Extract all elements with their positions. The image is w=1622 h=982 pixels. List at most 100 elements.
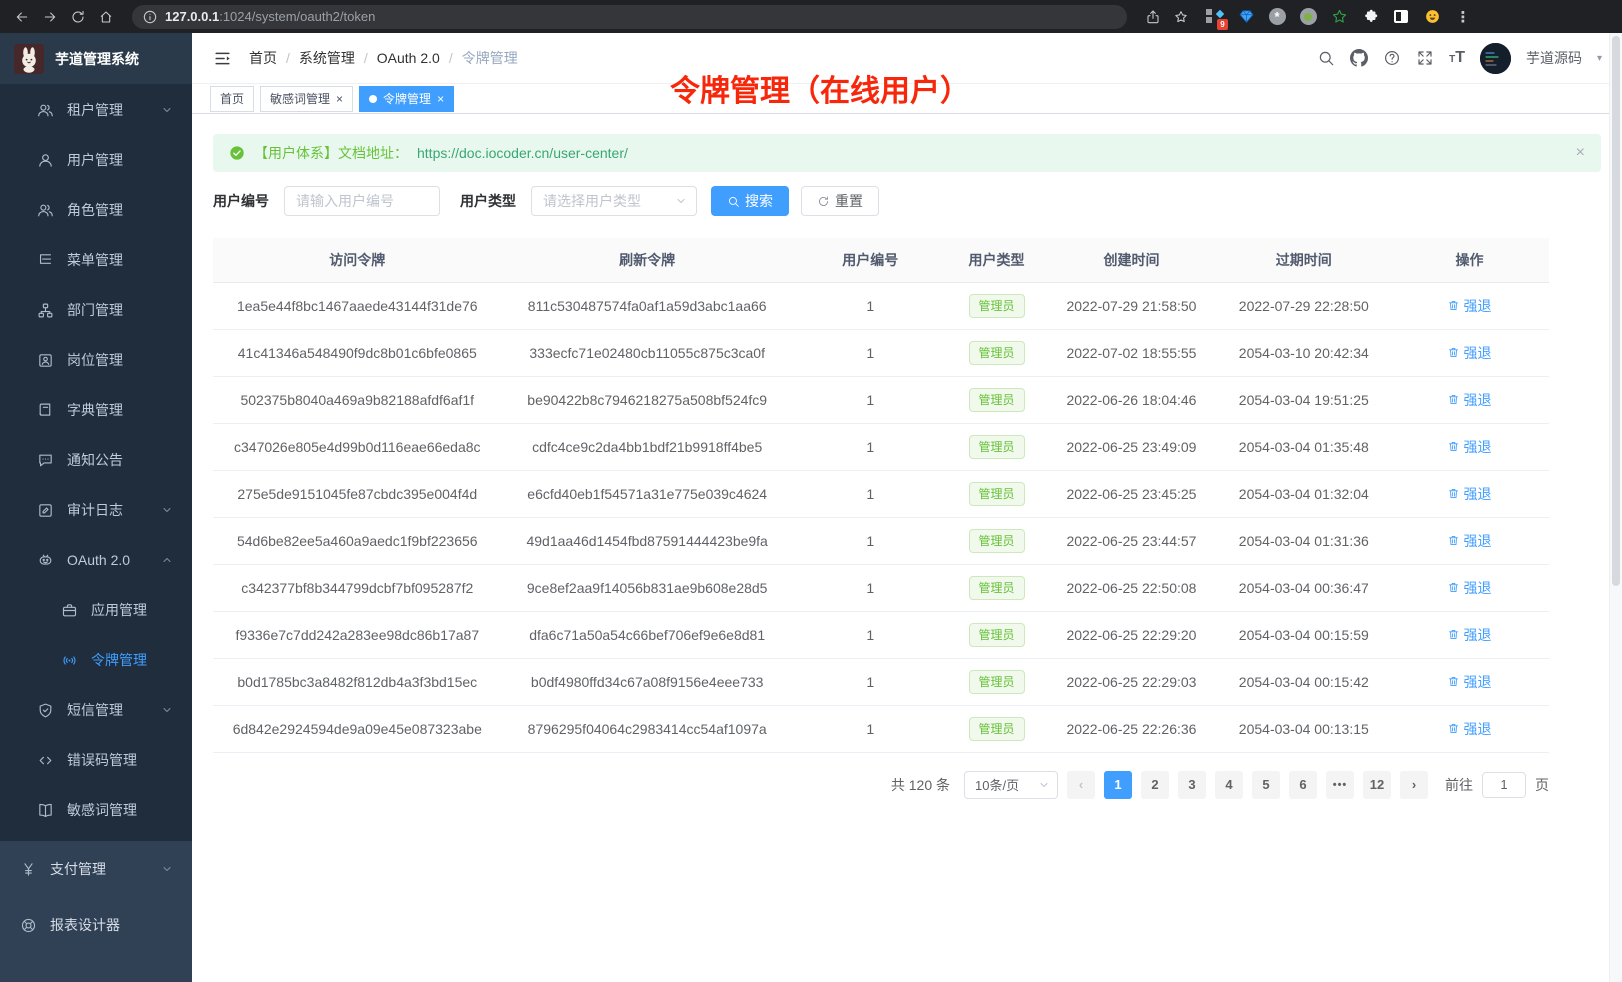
browser-back-icon[interactable] [10,5,34,29]
reset-button[interactable]: 重置 [801,186,879,216]
sidebar: 芋道管理系统 租户管理 用户管理 角色管理 菜单管理 部门管理 岗位管理 字典 [0,33,192,982]
hamburger-icon[interactable] [213,49,232,68]
user-type-badge: 管理员 [969,341,1025,365]
user-name[interactable]: 芋道源码 [1526,48,1582,68]
sidebar-item[interactable]: 令牌管理 [0,635,192,685]
view-tab[interactable]: 令牌管理 × [359,86,454,112]
asterisk-extension-icon[interactable]: * [1267,7,1287,27]
created-cell: 2022-06-26 18:04:46 [1045,376,1217,423]
sidebar-item[interactable]: 通知公告 [0,435,192,485]
view-tab[interactable]: 首页 [210,86,254,112]
browser-menu-icon[interactable]: ⋮ [1453,7,1473,27]
help-icon[interactable] [1383,49,1401,67]
breadcrumb-item: 令牌管理 [462,48,518,68]
page-size-select[interactable]: 10条/页 [964,771,1058,799]
address-bar[interactable]: 127.0.0.1:1024/system/oauth2/token [132,5,1127,29]
font-size-icon[interactable]: TT [1449,50,1465,66]
doc-link[interactable]: https://doc.iocoder.cn/user-center/ [417,145,628,161]
user-id-cell: 1 [793,329,948,376]
force-logout-button[interactable]: 强退 [1447,437,1491,457]
sidepanel-icon[interactable] [1391,7,1411,27]
page-button[interactable]: 1 [1104,771,1132,799]
refresh-token-cell: dfa6c71a50a54c66bef706ef9e6e8d81 [502,611,793,658]
trash-icon [1447,487,1460,500]
search-button[interactable]: 搜索 [711,186,789,216]
avatar[interactable] [1480,43,1511,74]
gem-extension-icon[interactable] [1236,7,1256,27]
prev-page-button[interactable]: ‹ [1067,771,1095,799]
goto-page-input[interactable] [1482,772,1526,798]
force-logout-button[interactable]: 强退 [1447,484,1491,504]
shield-icon [37,702,54,719]
search-icon[interactable] [1317,49,1335,67]
sidebar-item[interactable]: 用户管理 [0,135,192,185]
trash-icon [1447,393,1460,406]
sidebar-item[interactable]: 菜单管理 [0,235,192,285]
breadcrumb-item[interactable]: 系统管理 [299,48,355,68]
browser-home-icon[interactable] [94,5,118,29]
force-logout-button[interactable]: 强退 [1447,625,1491,645]
browser-reload-icon[interactable] [66,5,90,29]
caret-down-icon[interactable]: ▾ [1597,53,1602,64]
search-icon [727,195,740,208]
force-logout-button[interactable]: 强退 [1447,578,1491,598]
breadcrumb-item[interactable]: OAuth 2.0 [377,50,440,66]
site-info-icon[interactable] [142,5,158,29]
column-header: 操作 [1390,238,1549,282]
breadcrumb-item[interactable]: 首页 [249,48,277,68]
profile-avatar-icon[interactable] [1422,7,1442,27]
force-logout-button[interactable]: 强退 [1447,531,1491,551]
sidebar-item[interactable]: 岗位管理 [0,335,192,385]
user-id-cell: 1 [793,517,948,564]
page-button[interactable]: 5 [1252,771,1280,799]
alert-close-icon[interactable]: × [1576,145,1585,161]
green-star-extension-icon[interactable] [1329,7,1349,27]
sidebar-item[interactable]: 短信管理 [0,685,192,735]
sidebar-item[interactable]: 部门管理 [0,285,192,335]
app-logo[interactable]: 芋道管理系统 [0,33,192,84]
force-logout-button[interactable]: 强退 [1447,296,1491,316]
sidebar-item[interactable]: 角色管理 [0,185,192,235]
expires-cell: 2054-03-04 00:15:59 [1218,611,1390,658]
user-id-input[interactable] [284,186,440,216]
share-icon[interactable] [1141,5,1165,29]
force-logout-button[interactable]: 强退 [1447,390,1491,410]
scrollbar[interactable] [1609,33,1622,982]
next-page-button[interactable]: › [1400,771,1428,799]
close-icon[interactable]: × [437,93,444,105]
force-logout-button[interactable]: 强退 [1447,343,1491,363]
extension-stack-icon[interactable]: 9 [1205,7,1225,27]
scrollbar-thumb[interactable] [1612,36,1620,586]
sidebar-item[interactable]: 应用管理 [0,585,192,635]
url-text[interactable]: 127.0.0.1:1024/system/oauth2/token [165,9,375,24]
sidebar-item[interactable]: 字典管理 [0,385,192,435]
fullscreen-icon[interactable] [1416,49,1434,67]
refresh-token-cell: 9ce8ef2aa9f14056b831ae9b608e28d5 [502,564,793,611]
sidebar-item-label: OAuth 2.0 [67,552,130,568]
close-icon[interactable]: × [336,93,343,105]
bookmark-star-icon[interactable] [1169,5,1193,29]
view-tab[interactable]: 敏感词管理 × [260,86,353,112]
page-button[interactable]: 3 [1178,771,1206,799]
force-logout-button[interactable]: 强退 [1447,672,1491,692]
page-button[interactable]: 6 [1289,771,1317,799]
page-ellipsis[interactable]: ••• [1326,771,1354,799]
sidebar-item[interactable]: 报表设计器 [0,897,192,953]
recorder-extension-icon[interactable] [1298,7,1318,27]
sidebar-item[interactable]: 错误码管理 [0,735,192,785]
refresh-token-cell: 8796295f04064c2983414cc54af1097a [502,705,793,752]
browser-forward-icon[interactable] [38,5,62,29]
page-button[interactable]: 2 [1141,771,1169,799]
user-type-select[interactable]: 请选择用户类型 [531,186,697,216]
sidebar-item-label: 报表设计器 [50,915,120,935]
page-button[interactable]: 4 [1215,771,1243,799]
puzzle-extensions-icon[interactable] [1360,7,1380,27]
sidebar-item[interactable]: 敏感词管理 [0,785,192,835]
page-button[interactable]: 12 [1363,771,1391,799]
sidebar-item[interactable]: 支付管理 [0,841,192,897]
sidebar-item[interactable]: 审计日志 [0,485,192,535]
sidebar-item[interactable]: OAuth 2.0 [0,535,192,585]
sidebar-item[interactable]: 租户管理 [0,85,192,135]
force-logout-button[interactable]: 强退 [1447,719,1491,739]
github-icon[interactable] [1350,49,1368,67]
